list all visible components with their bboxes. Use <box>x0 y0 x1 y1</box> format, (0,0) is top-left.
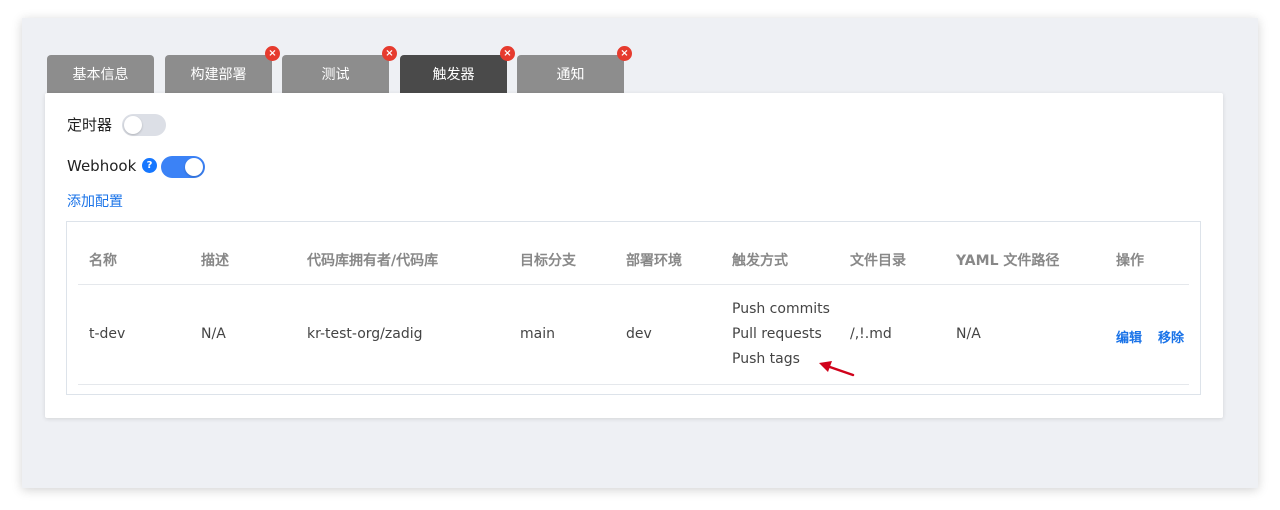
cell-yaml-path: N/A <box>956 326 981 342</box>
column-header-trigger-events: 触发方式 <box>732 253 788 269</box>
toggle-knob <box>124 116 142 134</box>
column-header-env: 部署环境 <box>626 253 682 269</box>
tab-basic-info[interactable]: 基本信息 <box>47 55 154 93</box>
remove-button[interactable]: 移除 <box>1158 327 1184 346</box>
column-header-file-dir: 文件目录 <box>850 253 906 269</box>
column-header-actions: 操作 <box>1116 253 1144 269</box>
tab-build-deploy[interactable]: 构建部署 × <box>165 46 280 93</box>
row-divider <box>78 384 1189 385</box>
add-config-link[interactable]: 添加配置 <box>67 191 123 211</box>
tab-test[interactable]: 测试 × <box>282 46 397 93</box>
cell-event-push-commits: Push commits <box>732 301 830 317</box>
cell-event-pull-requests: Pull requests <box>732 326 822 342</box>
annotation-arrow-icon <box>819 361 855 377</box>
tab-notify[interactable]: 通知 × <box>517 46 632 93</box>
close-icon[interactable]: × <box>382 46 397 61</box>
cell-branch: main <box>520 326 555 342</box>
toggle-knob <box>185 158 203 176</box>
column-header-yaml-path: YAML 文件路径 <box>956 253 1060 269</box>
edit-button[interactable]: 编辑 <box>1116 327 1142 346</box>
webhook-table: 名称 描述 代码库拥有者/代码库 目标分支 部署环境 触发方式 文件目录 YAM… <box>66 221 1201 395</box>
cell-description: N/A <box>201 326 226 342</box>
cell-file-path: /,!.md <box>850 326 892 342</box>
cell-name: t-dev <box>89 326 126 342</box>
help-icon[interactable]: ? <box>142 158 157 173</box>
timer-toggle[interactable] <box>122 114 166 136</box>
close-icon[interactable]: × <box>500 46 515 61</box>
tab-label: 构建部署 <box>190 67 247 83</box>
column-header-repo: 代码库拥有者/代码库 <box>307 253 439 269</box>
tab-label: 基本信息 <box>72 67 129 83</box>
webhook-label: Webhook <box>67 157 137 175</box>
cell-repo: kr-test-org/zadig <box>307 326 423 342</box>
tab-trigger[interactable]: 触发器 × <box>400 46 515 93</box>
timer-label: 定时器 <box>67 116 113 134</box>
webhook-toggle[interactable] <box>161 156 205 178</box>
tab-label: 测试 <box>321 67 350 83</box>
close-icon[interactable]: × <box>265 46 280 61</box>
cell-env: dev <box>626 326 652 342</box>
trigger-panel: 定时器 Webhook ? 添加配置 名称 描述 代码库拥有者/代码库 目标分支… <box>45 93 1223 418</box>
header-divider <box>78 284 1189 285</box>
cell-event-push-tags: Push tags <box>732 351 800 367</box>
tab-label: 通知 <box>556 67 585 83</box>
column-header-description: 描述 <box>201 253 229 269</box>
close-icon[interactable]: × <box>617 46 632 61</box>
tab-label: 触发器 <box>432 67 475 83</box>
column-header-name: 名称 <box>89 253 117 269</box>
column-header-branch: 目标分支 <box>520 253 576 269</box>
